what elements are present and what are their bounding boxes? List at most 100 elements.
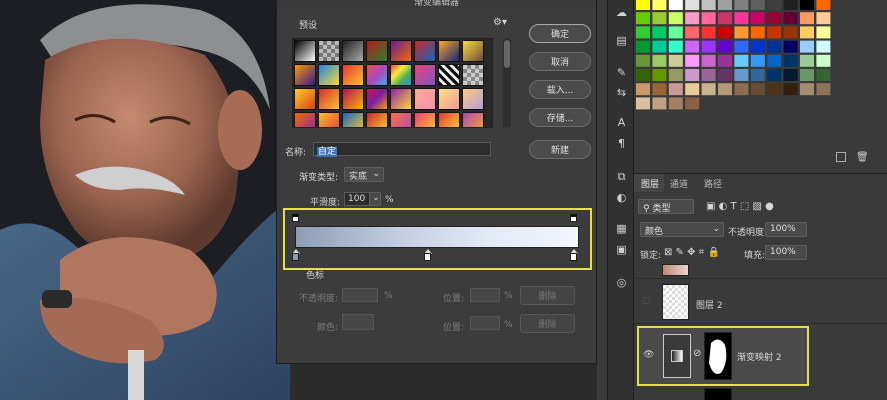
preset-swatch[interactable] — [390, 88, 412, 110]
tab-layers[interactable]: 图层 — [634, 174, 664, 192]
color-swatch[interactable] — [750, 54, 765, 67]
layer-row[interactable] — [634, 264, 887, 279]
color-swatch[interactable] — [718, 26, 732, 39]
color-swatch[interactable] — [783, 12, 798, 25]
layer-row-selected[interactable]: 👁 ⊘ 渐变映射 2 — [637, 326, 809, 386]
color-swatch[interactable] — [652, 97, 667, 110]
color-swatch[interactable] — [767, 12, 782, 25]
lock-icons[interactable]: ⊠ ✎ ✥ ⌗ 🔒 — [664, 247, 720, 258]
canvas-photo[interactable] — [0, 0, 290, 400]
brush-icon[interactable]: ✎ — [613, 66, 630, 80]
preset-swatch[interactable] — [414, 88, 436, 110]
preset-swatch[interactable] — [414, 64, 436, 86]
preset-swatch[interactable] — [438, 112, 460, 127]
eye-icon[interactable]: 👁 — [643, 350, 654, 360]
color-swatch[interactable] — [668, 12, 683, 25]
preset-swatch[interactable] — [366, 112, 388, 127]
paragraph-icon[interactable]: ¶ — [613, 137, 630, 151]
color-swatch[interactable] — [636, 26, 650, 39]
gear-icon[interactable]: ⚙▾ — [493, 17, 507, 28]
color-swatch[interactable] — [652, 69, 667, 81]
color-swatch[interactable] — [800, 54, 814, 67]
color-swatch[interactable] — [652, 26, 667, 39]
preset-swatch[interactable] — [342, 88, 364, 110]
swatches-panel[interactable]: 🗑 — [634, 0, 887, 165]
layer-opacity-select[interactable]: 100% — [765, 222, 807, 237]
preset-swatch[interactable] — [462, 40, 484, 62]
color-swatch[interactable] — [701, 54, 716, 67]
color-swatch[interactable] — [668, 0, 683, 10]
color-swatch[interactable] — [767, 26, 782, 39]
color-swatch[interactable] — [800, 0, 814, 10]
color-swatch[interactable] — [668, 83, 683, 96]
preset-swatch[interactable] — [294, 64, 316, 86]
color-swatch[interactable] — [767, 54, 782, 67]
delete-opacity-stop-button[interactable]: 删除 — [520, 286, 575, 305]
scrollbar-thumb[interactable] — [504, 40, 510, 68]
color-swatch[interactable] — [734, 12, 749, 25]
ok-button[interactable]: 确定 — [529, 24, 591, 43]
color-swatch[interactable] — [767, 0, 782, 10]
new-swatch-icon[interactable] — [836, 152, 846, 162]
color-swatch[interactable] — [816, 26, 831, 39]
preset-swatch[interactable] — [294, 112, 316, 127]
save-button[interactable]: 存储... — [529, 108, 591, 127]
gradient-preview-bar[interactable] — [295, 226, 579, 248]
color-swatch[interactable] — [636, 12, 650, 25]
color-swatch[interactable] — [718, 54, 732, 67]
character-icon[interactable]: A — [613, 116, 630, 130]
color-swatch[interactable] — [685, 69, 700, 81]
preset-swatch[interactable] — [318, 88, 340, 110]
color-location-input[interactable] — [470, 316, 500, 330]
preset-grid[interactable] — [292, 38, 493, 128]
color-swatch[interactable] — [652, 40, 667, 53]
color-swatch[interactable] — [636, 54, 650, 67]
color-swatch[interactable] — [767, 83, 782, 96]
color-swatch[interactable] — [767, 40, 782, 53]
preset-swatch[interactable] — [414, 40, 436, 62]
color-swatch[interactable] — [816, 54, 831, 67]
load-button[interactable]: 载入... — [529, 80, 591, 99]
fill-select[interactable]: 100% — [765, 245, 807, 260]
preset-swatch[interactable] — [390, 64, 412, 86]
color-swatch[interactable] — [734, 0, 749, 10]
color-swatch[interactable] — [636, 40, 650, 53]
link-icon[interactable]: ⊘ — [693, 348, 701, 359]
color-swatch[interactable] — [783, 69, 798, 81]
color-swatch[interactable] — [816, 83, 831, 96]
color-swatch[interactable] — [750, 26, 765, 39]
color-swatch[interactable] — [685, 40, 700, 53]
color-swatch[interactable] — [652, 0, 667, 10]
color-swatch[interactable] — [701, 12, 716, 25]
color-swatch[interactable] — [800, 12, 814, 25]
color-swatch[interactable] — [668, 26, 683, 39]
opacity-stop-left[interactable] — [292, 214, 299, 222]
new-button[interactable]: 新建 — [529, 140, 591, 159]
color-swatch[interactable] — [668, 69, 683, 81]
color-swatch[interactable] — [685, 97, 700, 110]
color-swatch[interactable] — [734, 26, 749, 39]
color-swatch[interactable] — [701, 0, 716, 10]
color-swatch[interactable] — [668, 97, 683, 110]
preset-swatch[interactable] — [342, 112, 364, 127]
preset-swatch[interactable] — [294, 88, 316, 110]
color-swatch[interactable] — [750, 12, 765, 25]
color-swatch[interactable] — [816, 40, 831, 53]
name-input[interactable]: 自定 — [313, 142, 491, 157]
preset-swatch[interactable] — [462, 112, 484, 127]
smoothness-input[interactable]: 100 — [344, 192, 370, 206]
preset-swatch[interactable] — [366, 40, 388, 62]
color-swatch[interactable] — [685, 54, 700, 67]
color-stop-left[interactable] — [292, 253, 299, 261]
color-swatch[interactable] — [685, 12, 700, 25]
preset-swatch[interactable] — [438, 40, 460, 62]
color-swatch[interactable] — [718, 0, 732, 10]
color-swatch[interactable] — [750, 83, 765, 96]
color-swatch[interactable] — [636, 83, 650, 96]
color-swatch[interactable] — [718, 40, 732, 53]
clone-icon[interactable]: ⧉ — [613, 170, 630, 184]
color-swatch[interactable] — [685, 26, 700, 39]
preset-scrollbar[interactable] — [503, 38, 511, 128]
stop-color-swatch[interactable] — [342, 314, 374, 330]
color-swatch[interactable] — [816, 0, 831, 10]
